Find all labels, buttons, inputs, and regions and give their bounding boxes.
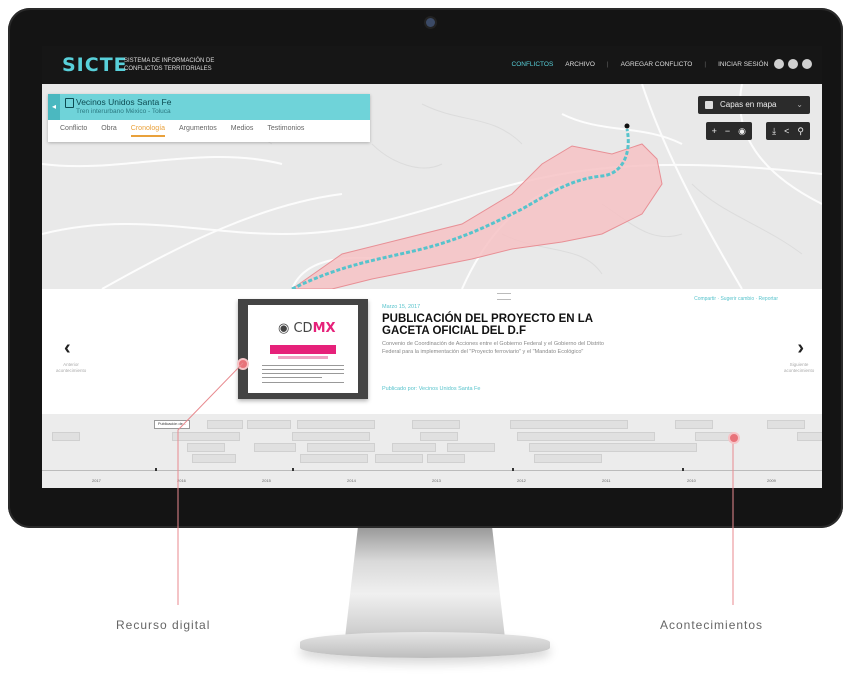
callout-label-left: Recurso digital <box>116 618 211 632</box>
callout-lines <box>177 362 734 605</box>
callout-label-right: Acontecimientos <box>660 618 764 632</box>
callout-marker-right <box>728 432 740 444</box>
